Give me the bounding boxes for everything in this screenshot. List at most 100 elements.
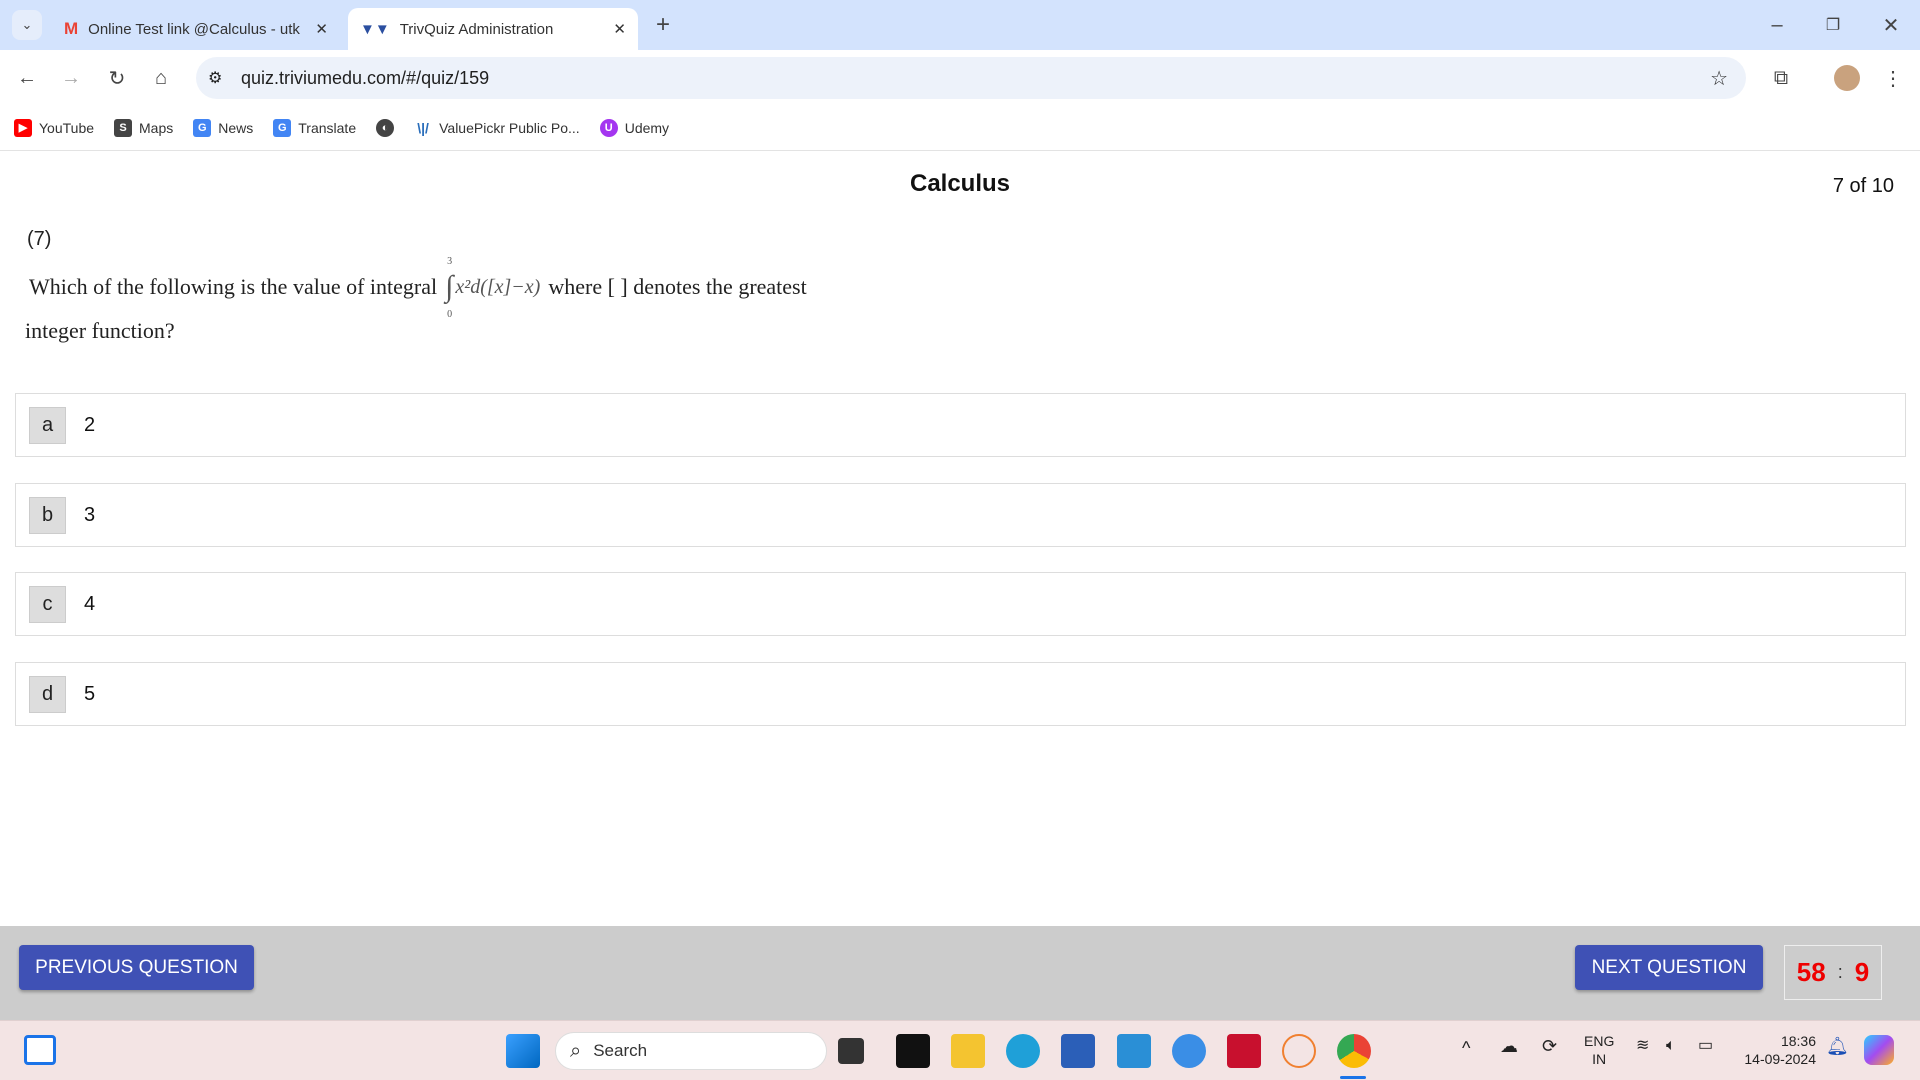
sync-icon[interactable]: ⟳	[1542, 1037, 1557, 1055]
timer-seconds: 9	[1854, 957, 1870, 987]
clock[interactable]: 18:36 14-09-2024	[1736, 1032, 1816, 1068]
search-icon: ⌕	[570, 1039, 582, 1062]
next-question-button[interactable]: NEXT QUESTION	[1575, 945, 1763, 990]
tab-title: TrivQuiz Administration	[399, 20, 554, 38]
minimize-icon[interactable]: –	[1762, 10, 1792, 40]
reload-icon[interactable]: ↻	[102, 63, 132, 93]
option-value: 4	[84, 592, 96, 615]
integral-sign: ∫	[445, 270, 454, 303]
option-label: a	[29, 406, 66, 444]
new-tab-icon[interactable]: +	[648, 10, 678, 40]
integral-expression: 3 ∫ 0 x²d([x]−x)	[445, 256, 541, 320]
browser-toolbar: ← → ↻ ⌂ ⚙ quiz.triviumedu.com/#/quiz/159…	[0, 50, 1920, 105]
option-a[interactable]: a2	[15, 393, 1906, 457]
bookmark-udemy[interactable]: U Udemy	[599, 118, 670, 137]
bookmark-label: ValuePickr Public Po...	[439, 119, 580, 136]
option-label: c	[29, 585, 66, 623]
avatar[interactable]	[1834, 65, 1860, 91]
back-icon[interactable]: ←	[12, 63, 42, 93]
previous-question-button[interactable]: PREVIOUS QUESTION	[19, 945, 254, 990]
timer: 58 : 9	[1784, 945, 1882, 1000]
globe-icon: ◐	[376, 118, 395, 137]
news-icon: G	[193, 118, 212, 137]
taskbar-search[interactable]: ⌕ Search	[555, 1032, 827, 1070]
edge-icon[interactable]	[1006, 1034, 1040, 1068]
tradingview-icon[interactable]	[896, 1034, 930, 1068]
valuepickr-icon: \|/	[417, 119, 429, 136]
bookmark-star-icon[interactable]: ☆	[1710, 66, 1728, 91]
trivquiz-icon: ▼▼	[360, 20, 390, 38]
search-placeholder: Search	[593, 1041, 648, 1060]
question-text-line2: integer function?	[25, 318, 175, 343]
chrome-icon[interactable]	[1337, 1034, 1371, 1068]
restore-icon[interactable]: ❐	[1818, 10, 1848, 40]
wifi-icon[interactable]: ≋	[1636, 1037, 1649, 1055]
url-text: quiz.triviumedu.com/#/quiz/159	[241, 67, 490, 88]
tab-gmail[interactable]: M Online Test link @Calculus - utk ✕	[52, 8, 340, 50]
gmail-icon: M	[64, 19, 79, 38]
forward-icon[interactable]: →	[56, 63, 86, 93]
taskbar: ⌕ Search ^ ☁ ⟳ ENG IN ≋ 🔈︎ ▭ 18:36 14-09-20…	[0, 1020, 1920, 1080]
bookmark-label: Udemy	[624, 119, 670, 136]
site-info-icon[interactable]: ⚙	[208, 68, 222, 88]
region-code: IN	[1592, 1051, 1607, 1067]
app-icon[interactable]	[1282, 1034, 1316, 1068]
timer-separator: :	[1837, 962, 1843, 982]
bookmark-label: YouTube	[39, 119, 95, 136]
file-explorer-icon[interactable]	[951, 1034, 985, 1068]
close-tab-icon[interactable]: ✕	[315, 20, 328, 38]
notification-bell-icon[interactable]: 🔔︎	[1826, 1037, 1849, 1055]
timer-minutes: 58	[1796, 957, 1826, 987]
bookmark-label: Translate	[298, 119, 357, 136]
volume-icon[interactable]: 🔈︎	[1666, 1037, 1676, 1055]
option-value: 5	[84, 682, 96, 705]
menu-icon[interactable]: ⋮	[1878, 63, 1908, 93]
option-d[interactable]: d5	[15, 662, 1906, 726]
integral-lower-limit: 0	[447, 309, 453, 320]
mcafee-icon[interactable]	[1227, 1034, 1261, 1068]
option-label: b	[29, 496, 66, 534]
show-hidden-icons-icon[interactable]: ^	[1462, 1039, 1470, 1057]
copilot-icon[interactable]	[1864, 1035, 1894, 1065]
option-b[interactable]: b3	[15, 483, 1906, 547]
battery-icon[interactable]: ▭	[1698, 1037, 1713, 1055]
bookmark-translate[interactable]: G Translate	[273, 118, 357, 137]
tab-bar: ⌄ M Online Test link @Calculus - utk ✕ ▼…	[0, 0, 1920, 50]
tab-trivquiz[interactable]: ▼▼ TrivQuiz Administration ✕	[348, 8, 638, 50]
option-value: 3	[84, 503, 96, 526]
start-icon[interactable]	[506, 1034, 540, 1068]
store-icon[interactable]	[1061, 1034, 1095, 1068]
option-c[interactable]: c4	[15, 572, 1906, 636]
widgets-icon[interactable]	[24, 1035, 56, 1065]
bookmark-news[interactable]: G News	[193, 118, 254, 137]
onedrive-icon[interactable]: ☁	[1500, 1037, 1518, 1055]
bookmark-youtube[interactable]: ▶ YouTube	[14, 118, 95, 137]
bookmark-globe[interactable]: ◐	[376, 118, 395, 137]
integrand: x²d([x]−x)	[455, 275, 541, 298]
close-tab-icon[interactable]: ✕	[613, 20, 626, 38]
question-text-part: Which of the following is the value of i…	[29, 274, 438, 299]
question-number: (7)	[27, 228, 52, 250]
question-text-part: where [ ] denotes the greatest	[548, 274, 807, 299]
bookmark-label: News	[218, 119, 254, 136]
bookmark-maps[interactable]: S Maps	[114, 118, 173, 137]
question-counter: 7 of 10	[1832, 175, 1894, 197]
extensions-icon[interactable]: ⧉	[1766, 63, 1796, 93]
lang-code: ENG	[1584, 1033, 1615, 1049]
task-view-icon[interactable]	[838, 1038, 864, 1064]
active-app-indicator	[1340, 1076, 1366, 1079]
quiz-footer: PREVIOUS QUESTION NEXT QUESTION	[0, 926, 1920, 1020]
bookmark-valuepickr[interactable]: \|/ ValuePickr Public Po...	[414, 119, 580, 137]
help-icon[interactable]	[1172, 1034, 1206, 1068]
language-indicator[interactable]: ENG IN	[1584, 1032, 1614, 1068]
myhp-icon[interactable]	[1117, 1034, 1151, 1068]
home-icon[interactable]: ⌂	[146, 63, 176, 93]
question-text: Which of the following is the value of i…	[29, 256, 807, 320]
translate-icon: G	[273, 118, 292, 137]
tab-search-chevron-icon[interactable]: ⌄	[12, 10, 42, 40]
close-window-icon[interactable]: ✕	[1876, 10, 1906, 40]
option-value: 2	[84, 413, 96, 436]
udemy-icon: U	[599, 118, 618, 137]
youtube-icon: ▶	[14, 118, 32, 137]
address-bar[interactable]: ⚙ quiz.triviumedu.com/#/quiz/159 ☆	[196, 57, 1746, 99]
